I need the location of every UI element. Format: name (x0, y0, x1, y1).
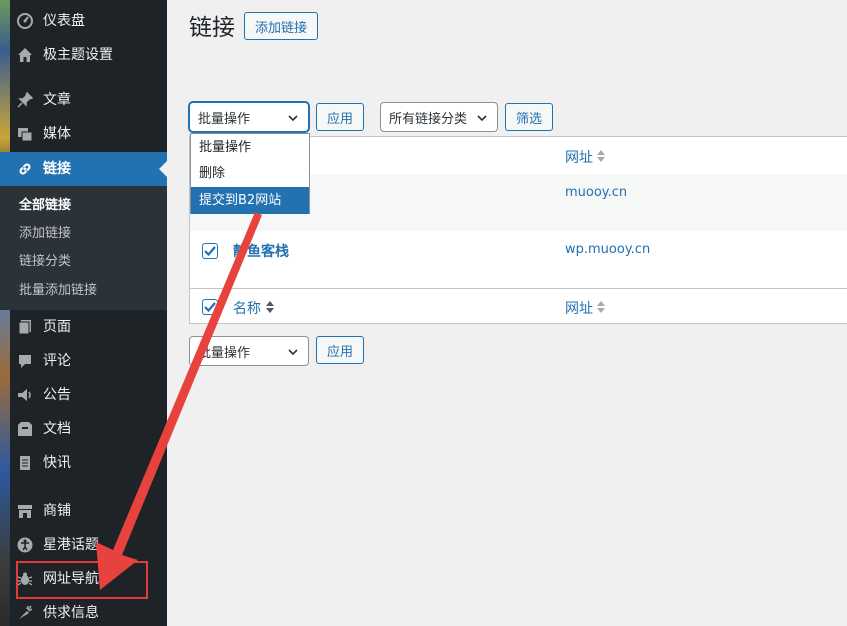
add-link-button[interactable]: 添加链接 (244, 12, 318, 40)
bulk-action-select[interactable]: 批量操作 (189, 102, 309, 132)
sidebar-item-label: 商铺 (43, 503, 71, 519)
link-category-select[interactable]: 所有链接分类 (380, 102, 498, 132)
sidebar-item-label: 文档 (43, 421, 71, 437)
row-url[interactable]: wp.muooy.cn (565, 242, 650, 257)
annotation-highlight-box (16, 561, 148, 599)
page-title: 链接 (189, 15, 235, 41)
sidebar-item-media[interactable]: 媒体 (0, 117, 167, 151)
select-all-checkbox[interactable] (202, 299, 218, 315)
sidebar-item-label: 链接 (43, 161, 71, 177)
table-footer: 名称 网址 (190, 288, 847, 325)
dropdown-option-bulk-actions[interactable]: 批量操作 (191, 134, 309, 161)
table-row: 静鱼客栈 wp.muooy.cn (190, 231, 847, 288)
dropdown-option-delete[interactable]: 删除 (191, 160, 309, 187)
dashboard-icon (16, 12, 34, 30)
archive-icon (16, 420, 34, 438)
sidebar-item-docs[interactable]: 文档 (0, 412, 167, 446)
dropdown-option-submit-b2[interactable]: 提交到B2网站 (191, 187, 309, 214)
chevron-down-icon (288, 349, 298, 356)
sidebar-item-label: 极主题设置 (43, 47, 113, 63)
sidebar-item-label: 评论 (43, 353, 71, 369)
sidebar-item-label: 供求信息 (43, 605, 99, 621)
links-submenu: 全部链接 添加链接 链接分类 批量添加链接 (0, 186, 167, 310)
carrot-icon (16, 604, 34, 622)
sidebar-item-label: 仪表盘 (43, 13, 85, 29)
admin-sidebar: 仪表盘 极主题设置 文章 媒体 链接 全部链接 添加链接 链接分类 批量添加链接 (0, 0, 167, 626)
universal-access-icon (16, 536, 34, 554)
submenu-item-add-link[interactable]: 添加链接 (19, 225, 71, 243)
submenu-item-bulk-add-links[interactable]: 批量添加链接 (19, 282, 97, 300)
sidebar-item-links[interactable]: 链接 (0, 152, 167, 186)
sidebar-item-pages[interactable]: 页面 (0, 310, 167, 344)
sidebar-item-label: 页面 (43, 319, 71, 335)
checkmark-icon (204, 302, 216, 313)
bulk-action-dropdown: 批量操作 删除 提交到B2网站 (190, 133, 310, 214)
sidebar-item-posts[interactable]: 文章 (0, 83, 167, 117)
apply-button-bottom[interactable]: 应用 (316, 336, 364, 364)
sidebar-item-star-topics[interactable]: 星港话题 (0, 528, 167, 562)
sort-icon[interactable] (596, 300, 606, 314)
media-icon (16, 125, 34, 143)
chevron-down-icon (477, 115, 487, 122)
store-icon (16, 502, 34, 520)
checkmark-icon (204, 246, 216, 257)
sidebar-item-announcements[interactable]: 公告 (0, 378, 167, 412)
sort-icon[interactable] (596, 149, 606, 163)
sidebar-item-label: 文章 (43, 92, 71, 108)
sidebar-item-label: 星港话题 (43, 537, 99, 553)
submenu-item-link-categories[interactable]: 链接分类 (19, 253, 71, 271)
home-icon (16, 46, 34, 64)
apply-button[interactable]: 应用 (316, 103, 364, 131)
sidebar-item-label: 公告 (43, 387, 71, 403)
column-header-url[interactable]: 网址 (565, 147, 593, 167)
sort-icon[interactable] (265, 300, 275, 314)
active-indicator (159, 161, 167, 177)
sidebar-item-label: 快讯 (43, 455, 71, 471)
column-footer-url[interactable]: 网址 (565, 298, 593, 318)
pin-icon (16, 91, 34, 109)
document-icon (16, 454, 34, 472)
bulk-action-select-bottom[interactable]: 批量操作 (189, 336, 309, 366)
sidebar-item-supply-demand[interactable]: 供求信息 (0, 596, 167, 626)
comment-icon (16, 352, 34, 370)
column-header-name[interactable]: 名称 (233, 298, 261, 318)
megaphone-icon (16, 386, 34, 404)
row-url[interactable]: muooy.cn (565, 185, 627, 200)
sidebar-item-theme-settings[interactable]: 极主题设置 (0, 38, 167, 72)
sidebar-item-shop[interactable]: 商铺 (0, 494, 167, 528)
sidebar-item-label: 媒体 (43, 126, 71, 142)
row-checkbox[interactable] (202, 243, 218, 259)
page-icon (16, 318, 34, 336)
main-content: 链接 添加链接 批量操作 应用 所有链接分类 筛选 网址 muooy.cn 静鱼… (167, 0, 847, 626)
sidebar-item-dashboard[interactable]: 仪表盘 (0, 4, 167, 38)
bulk-action-select-value: 批量操作 (198, 111, 251, 127)
submenu-item-all-links[interactable]: 全部链接 (19, 197, 71, 215)
link-icon (16, 160, 34, 178)
filter-button[interactable]: 筛选 (505, 103, 553, 131)
sidebar-item-news[interactable]: 快讯 (0, 446, 167, 480)
sidebar-item-comments[interactable]: 评论 (0, 344, 167, 378)
bulk-action-select-bottom-value: 批量操作 (198, 345, 251, 361)
row-name[interactable]: 静鱼客栈 (233, 241, 289, 261)
chevron-down-icon (288, 115, 298, 122)
link-category-select-value: 所有链接分类 (389, 111, 468, 127)
